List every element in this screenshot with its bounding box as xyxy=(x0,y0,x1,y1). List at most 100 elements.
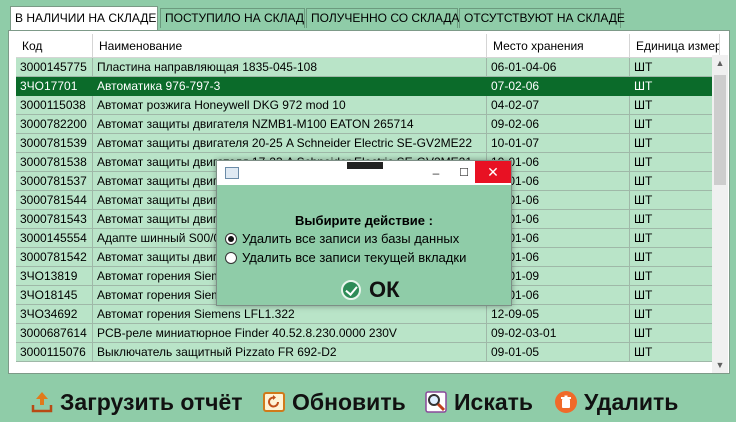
cell-unit[interactable]: ШТ xyxy=(630,134,720,153)
ok-button[interactable]: ОК xyxy=(341,277,400,303)
cell-name[interactable]: Автомат розжига Honeywell DKG 972 mod 10 xyxy=(93,96,487,115)
titlebar-caption-block xyxy=(347,162,383,169)
cell-location[interactable]: 07-02-06 xyxy=(487,77,630,96)
cell-code[interactable]: 3000781537 xyxy=(16,172,93,191)
scroll-down-icon[interactable]: ▼ xyxy=(712,357,728,373)
table-row[interactable]: 3000782200 Автомат защиты двигателя NZMB1… xyxy=(16,115,720,134)
cell-location[interactable]: 12-09-05 xyxy=(487,305,630,324)
tab-bar: В НАЛИЧИИ НА СКЛАДЕ ПОСТУПИЛО НА СКЛАД П… xyxy=(0,0,736,30)
cell-code[interactable]: 3000781538 xyxy=(16,153,93,172)
table-row[interactable]: 3ЧО17701 Автоматика 976-797-3 07-02-06 ШТ xyxy=(16,77,720,96)
table-row[interactable]: 3000115076 Выключатель защитный Pizzato F… xyxy=(16,343,720,362)
cell-code[interactable]: 3000687614 xyxy=(16,324,93,343)
cell-code[interactable]: 3ЧО13819 xyxy=(16,267,93,286)
cell-name[interactable]: Автоматика 976-797-3 xyxy=(93,77,487,96)
cell-code[interactable]: 3000145775 xyxy=(16,58,93,77)
column-header-code[interactable]: Код xyxy=(16,34,93,58)
cell-unit[interactable]: ШТ xyxy=(630,229,720,248)
cell-unit[interactable]: ШТ xyxy=(630,58,720,77)
maximize-icon[interactable]: ☐ xyxy=(451,163,477,183)
refresh-button[interactable]: Обновить xyxy=(262,384,406,420)
cell-name[interactable]: Автомат защиты двигателя NZMB1-M100 EATO… xyxy=(93,115,487,134)
cell-name[interactable]: Автомат горения Siemens LFL1.322 xyxy=(93,305,487,324)
table-row[interactable]: 3000115038 Автомат розжига Honeywell DKG … xyxy=(16,96,720,115)
app-window-icon xyxy=(225,167,239,179)
scroll-up-icon[interactable]: ▲ xyxy=(712,55,728,71)
minimize-icon[interactable]: – xyxy=(421,163,451,183)
cell-location[interactable]: 09-01-05 xyxy=(487,343,630,362)
table-header: Код Наименование Место хранения Единица … xyxy=(16,34,720,58)
search-button[interactable]: Искать xyxy=(424,384,533,420)
trash-icon xyxy=(554,390,578,414)
cell-unit[interactable]: ШТ xyxy=(630,210,720,229)
option-delete-all-database-label: Удалить все записи из базы данных xyxy=(242,231,460,246)
search-icon xyxy=(424,390,448,414)
cell-name[interactable]: PCB-реле миниатюрное Finder 40.52.8.230.… xyxy=(93,324,487,343)
option-delete-all-database[interactable]: Удалить все записи из базы данных xyxy=(225,231,459,246)
tab-missing[interactable]: ОТСУТСТВУЮТ НА СКЛАДЕ xyxy=(459,8,625,28)
vertical-scrollbar[interactable]: ▲ ▼ xyxy=(712,55,728,373)
cell-code[interactable]: 3000782200 xyxy=(16,115,93,134)
cell-unit[interactable]: ШТ xyxy=(630,172,720,191)
refresh-label: Обновить xyxy=(292,388,406,415)
search-label: Искать xyxy=(454,388,534,415)
cell-code[interactable]: 3ЧО18145 xyxy=(16,286,93,305)
cell-code[interactable]: 3000115076 xyxy=(16,343,93,362)
cell-location[interactable]: 04-02-07 xyxy=(487,96,630,115)
cell-unit[interactable]: ШТ xyxy=(630,248,720,267)
cell-code[interactable]: 3ЧО34692 xyxy=(16,305,93,324)
cell-code[interactable]: 3000145554 xyxy=(16,229,93,248)
delete-button[interactable]: Удалить xyxy=(554,384,678,420)
cell-unit[interactable]: ШТ xyxy=(630,153,720,172)
cell-unit[interactable]: ШТ xyxy=(630,324,720,343)
refresh-icon xyxy=(262,390,286,414)
bottom-toolbar: Загрузить отчёт Обновить Искать Удалить xyxy=(0,378,736,422)
cell-code[interactable]: 3ЧО17701 xyxy=(16,77,93,96)
cell-location[interactable]: 09-02-06 xyxy=(487,115,630,134)
cell-location[interactable]: 06-01-04-06 xyxy=(487,58,630,77)
cell-name[interactable]: Пластина направляющая 1835-045-108 xyxy=(93,58,487,77)
tab-in-stock[interactable]: В НАЛИЧИИ НА СКЛАДЕ xyxy=(10,6,158,30)
cell-unit[interactable]: ШТ xyxy=(630,267,720,286)
cell-code[interactable]: 3000781539 xyxy=(16,134,93,153)
option-delete-current-tab[interactable]: Удалить все записи текущей вкладки xyxy=(225,250,466,265)
tab-received[interactable]: ПОСТУПИЛО НА СКЛАД xyxy=(160,8,305,28)
cell-code[interactable]: 3000115038 xyxy=(16,96,93,115)
cell-unit[interactable]: ШТ xyxy=(630,286,720,305)
cell-code[interactable]: 3000781543 xyxy=(16,210,93,229)
cell-name[interactable]: Выключатель защитный Pizzato FR 692-D2 xyxy=(93,343,487,362)
cell-unit[interactable]: ШТ xyxy=(630,77,720,96)
cell-unit[interactable]: ШТ xyxy=(630,115,720,134)
dialog-titlebar[interactable]: – ☐ ✕ xyxy=(217,161,511,185)
cell-unit[interactable]: ШТ xyxy=(630,191,720,210)
dialog-question: Выбирите действие : xyxy=(295,213,433,228)
delete-dialog: – ☐ ✕ Выбирите действие : Удалить все за… xyxy=(216,160,512,306)
column-header-location[interactable]: Место хранения xyxy=(487,34,630,58)
upload-report-button[interactable]: Загрузить отчёт xyxy=(30,384,243,420)
radio-delete-all-database[interactable] xyxy=(225,232,237,245)
table-row[interactable]: 3ЧО34692 Автомат горения Siemens LFL1.322… xyxy=(16,305,720,324)
table-row[interactable]: 3000145775 Пластина направляющая 1835-04… xyxy=(16,58,720,77)
cell-code[interactable]: 3000781542 xyxy=(16,248,93,267)
upload-report-label: Загрузить отчёт xyxy=(60,388,243,415)
table-row[interactable]: 3000687614 PCB-реле миниатюрное Finder 40… xyxy=(16,324,720,343)
close-icon[interactable]: ✕ xyxy=(475,161,511,183)
cell-code[interactable]: 3000781544 xyxy=(16,191,93,210)
table-row[interactable]: 3000781539 Автомат защиты двигателя 20-25… xyxy=(16,134,720,153)
delete-label: Удалить xyxy=(584,388,679,415)
option-delete-current-tab-label: Удалить все записи текущей вкладки xyxy=(242,250,467,265)
cell-location[interactable]: 10-01-07 xyxy=(487,134,630,153)
upload-icon xyxy=(30,390,54,414)
scroll-thumb[interactable] xyxy=(714,75,726,185)
cell-unit[interactable]: ШТ xyxy=(630,305,720,324)
cell-location[interactable]: 09-02-03-01 xyxy=(487,324,630,343)
cell-name[interactable]: Автомат защиты двигателя 20-25 A Schneid… xyxy=(93,134,487,153)
column-header-name[interactable]: Наименование xyxy=(93,34,487,58)
checkmark-icon xyxy=(341,280,361,300)
cell-unit[interactable]: ШТ xyxy=(630,96,720,115)
ok-label: ОК xyxy=(369,277,400,302)
cell-unit[interactable]: ШТ xyxy=(630,343,720,362)
radio-delete-current-tab[interactable] xyxy=(225,251,237,264)
tab-issued[interactable]: ПОЛУЧЕННО СО СКЛАДА xyxy=(306,8,459,28)
column-header-unit[interactable]: Единица измер xyxy=(630,34,720,58)
